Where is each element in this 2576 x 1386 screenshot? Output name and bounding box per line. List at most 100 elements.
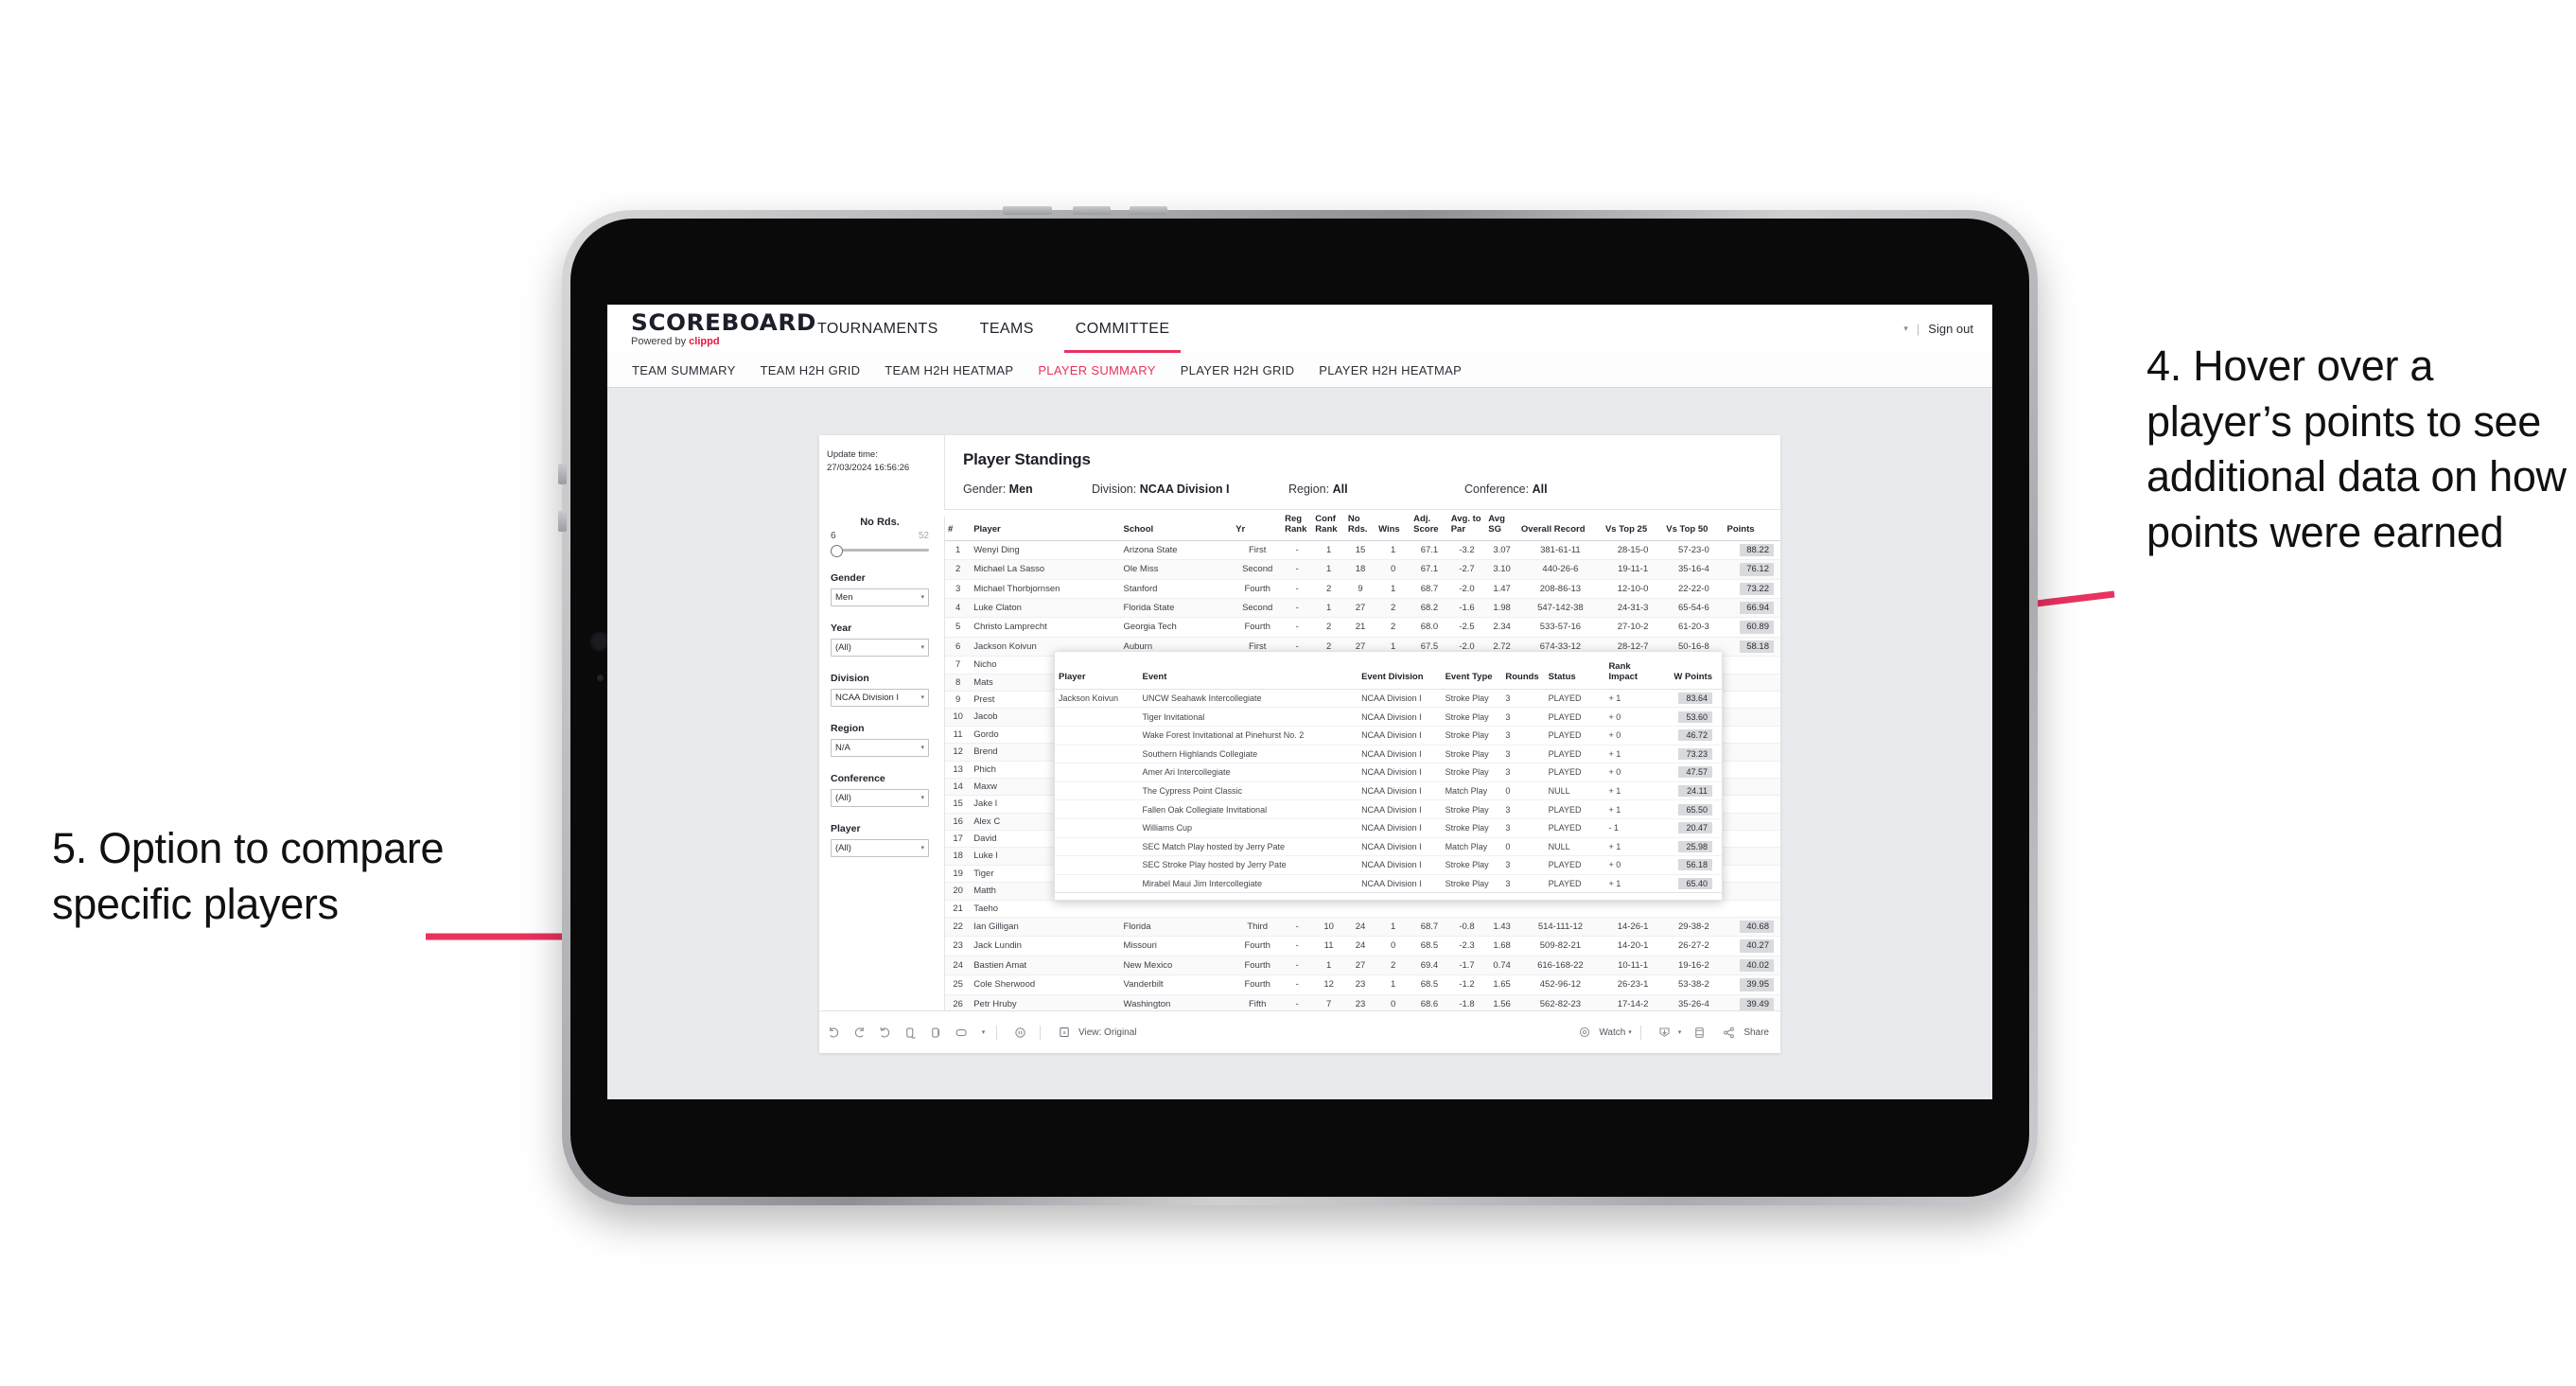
filter-region-select[interactable]: N/A ▾	[831, 739, 929, 757]
device-icon[interactable]	[951, 1022, 973, 1043]
nav-item-committee[interactable]: COMMITTEE	[1055, 305, 1191, 353]
tooltip-cell: Williams Cup	[1138, 818, 1358, 838]
table-cell: -	[1282, 579, 1313, 600]
slider-track[interactable]	[831, 543, 929, 557]
table-row[interactable]: 5 Christo Lamprecht Georgia Tech Fourth -2 21…	[945, 617, 1780, 638]
filter-conference-select[interactable]: (All) ▾	[831, 789, 929, 807]
undo-icon[interactable]	[823, 1022, 845, 1043]
col-school[interactable]: School	[1120, 511, 1234, 541]
share-label[interactable]: Share	[1744, 1027, 1769, 1038]
toolbar-divider-2	[1040, 1025, 1041, 1040]
col-avg-to-par[interactable]: Avg. to Par	[1447, 511, 1486, 541]
table-row[interactable]: 2 Michael La Sasso Ole Miss Second -1 18 0 67.1…	[945, 559, 1780, 580]
col-vs-top-50[interactable]: Vs Top 50	[1663, 511, 1725, 541]
device-caret-icon[interactable]: ▾	[976, 1022, 988, 1043]
table-row[interactable]: 25 Cole Sherwood Vanderbilt Fourth -12 23 1 68.…	[945, 974, 1780, 995]
points-badge[interactable]: 60.89	[1740, 621, 1774, 634]
points-badge[interactable]: 58.18	[1740, 640, 1774, 654]
tooltip-cell: NCAA Division I	[1358, 781, 1442, 801]
table-row[interactable]: 21 Taeho	[945, 900, 1780, 919]
sign-out-link[interactable]: Sign out	[1928, 322, 1973, 336]
table-cell: 9	[945, 691, 972, 710]
points-badge[interactable]: 76.12	[1740, 563, 1774, 576]
view-original-label[interactable]: View: Original	[1078, 1027, 1137, 1038]
points-badge[interactable]: 88.22	[1740, 543, 1774, 557]
tab-team-summary[interactable]: TEAM SUMMARY	[632, 363, 736, 377]
tab-player-h2h-grid[interactable]: PLAYER H2H GRID	[1181, 363, 1295, 377]
table-row[interactable]: 1 Wenyi Ding Arizona State First -1 15 1 67.1 -3…	[945, 540, 1780, 561]
redo-icon[interactable]	[849, 1022, 870, 1043]
col-overall-record[interactable]: Overall Record	[1517, 511, 1603, 541]
tab-player-summary[interactable]: PLAYER SUMMARY	[1038, 363, 1155, 377]
filter-division-select[interactable]: NCAA Division I ▾	[831, 689, 929, 707]
col-no-rds[interactable]: No Rds.	[1344, 511, 1376, 541]
download-icon[interactable]	[1654, 1022, 1675, 1043]
pause-auto-update-icon[interactable]	[1009, 1022, 1031, 1043]
points-badge[interactable]: 40.27	[1740, 939, 1774, 953]
view-original-icon[interactable]: a	[1053, 1022, 1075, 1043]
table-cell: 1	[1376, 540, 1411, 561]
slider-handle[interactable]	[831, 545, 843, 557]
points-badge[interactable]: 73.22	[1740, 582, 1774, 596]
table-cell: 68.5	[1411, 974, 1448, 995]
col-points[interactable]: Points	[1724, 511, 1780, 541]
chevron-down-icon: ▾	[920, 745, 924, 751]
table-row[interactable]: 23 Jack Lundin Missouri Fourth -11 24 0 68.5 -2.…	[945, 936, 1780, 956]
tab-team-h2h-heatmap[interactable]: TEAM H2H HEATMAP	[885, 363, 1013, 377]
col-reg-rank[interactable]: Reg Rank	[1282, 511, 1313, 541]
chevron-down-icon[interactable]: ▾	[1678, 1028, 1682, 1036]
app-logo[interactable]: SCOREBOARD Powered by clippd	[631, 311, 815, 347]
points-badge[interactable]: 39.95	[1740, 978, 1774, 991]
tooltip-row: Amer Ari Intercollegiate NCAA Division IS…	[1055, 763, 1722, 782]
col-player[interactable]: Player	[971, 511, 1121, 541]
points-badge[interactable]: 39.49	[1740, 997, 1774, 1010]
table-row[interactable]: 4 Luke Claton Florida State Second -1 27 2 68.2…	[945, 598, 1780, 619]
col-adj-score[interactable]: Adj. Score	[1411, 511, 1448, 541]
chevron-down-icon[interactable]: ▾	[1903, 324, 1908, 334]
watch-label[interactable]: Watch	[1599, 1027, 1625, 1038]
fullscreen-icon[interactable]	[1689, 1022, 1710, 1043]
table-cell: 17-14-2	[1602, 994, 1664, 1011]
table-row[interactable]: 26 Petr Hruby Washington Fifth -7 23 0 68.6 -1.8…	[945, 994, 1780, 1011]
tooltip-cell: NULL	[1544, 837, 1605, 857]
watch-icon[interactable]	[1573, 1022, 1595, 1043]
table-row[interactable]: 22 Ian Gilligan Florida Third -10 24 1 68.7 -0.8…	[945, 917, 1780, 938]
col-conf-rank[interactable]: Conf Rank	[1312, 511, 1345, 541]
points-badge[interactable]: 40.02	[1740, 958, 1774, 973]
tab-player-h2h-heatmap[interactable]: PLAYER H2H HEATMAP	[1319, 363, 1462, 377]
tooltip-table-body: Jackson Koivun UNCW Seahawk Intercollegia…	[1055, 689, 1722, 894]
table-cell: 1.43	[1485, 917, 1518, 938]
cell-points	[1724, 847, 1780, 866]
table-cell: -	[1282, 598, 1313, 619]
table-row[interactable]: 24 Bastien Amat New Mexico Fourth -1 27 2 69.4-…	[945, 956, 1780, 976]
tooltip-cell: SEC Stroke Play hosted by Jerry Pate	[1138, 855, 1358, 875]
col-wins[interactable]: Wins	[1376, 511, 1411, 541]
w-points-badge: 46.72	[1678, 729, 1712, 742]
pause-icon[interactable]	[925, 1022, 947, 1043]
filter-player-select[interactable]: (All) ▾	[831, 839, 929, 857]
col-vs-top-25[interactable]: Vs Top 25	[1602, 511, 1664, 541]
nav-item-teams[interactable]: TEAMS	[959, 305, 1055, 353]
share-icon[interactable]	[1718, 1022, 1740, 1043]
chevron-down-icon[interactable]: ▾	[1628, 1028, 1632, 1036]
col-rank[interactable]: #	[945, 511, 972, 541]
table-cell: 1.47	[1485, 579, 1518, 600]
no-rounds-slider[interactable]: 6 52	[831, 531, 929, 557]
tooltip-cell: Stroke Play	[1441, 799, 1502, 819]
table-row[interactable]: 3 Michael Thorbjornsen Stanford Fourth -2 9 1 6…	[945, 579, 1780, 600]
tooltip-row: The Cypress Point Classic NCAA Division I…	[1055, 781, 1722, 801]
col-yr[interactable]: Yr	[1233, 511, 1283, 541]
revert-icon[interactable]	[874, 1022, 896, 1043]
col-avg-sg[interactable]: Avg SG	[1485, 511, 1518, 541]
filter-gender-select[interactable]: Men ▾	[831, 588, 929, 606]
standings-table-wrap[interactable]: # Player School Yr Reg Rank Conf Rank No…	[945, 511, 1780, 1011]
refresh-icon[interactable]	[900, 1022, 921, 1043]
points-badge[interactable]: 40.68	[1740, 921, 1774, 934]
points-badge[interactable]: 66.94	[1740, 602, 1774, 615]
tab-team-h2h-grid[interactable]: TEAM H2H GRID	[761, 363, 861, 377]
filter-year-select[interactable]: (All) ▾	[831, 639, 929, 657]
table-cell: 18	[1344, 559, 1376, 580]
nav-item-tournaments[interactable]: TOURNAMENTS	[797, 305, 959, 353]
filter-player-label: Player	[831, 823, 861, 834]
table-cell: 23	[1344, 974, 1376, 995]
